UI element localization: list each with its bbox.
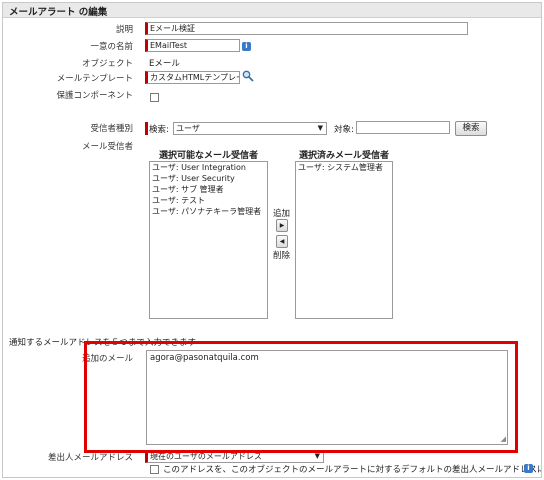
highlight-box	[84, 341, 518, 453]
arrow-right-icon: ▶	[279, 222, 285, 229]
info-icon[interactable]: i	[242, 42, 251, 51]
unique-name-field[interactable]: EMailTest	[145, 39, 240, 52]
search-button[interactable]: 検索	[455, 121, 487, 136]
remove-label: 削除	[273, 251, 291, 261]
list-item[interactable]: ユーザ: パソナテキーラ管理者	[150, 206, 267, 217]
list-item[interactable]: ユーザ: テスト	[150, 195, 267, 206]
default-sender-label: このアドレスを、このオブジェクトのメールアラートに対するデフォルトの差出人メール…	[163, 465, 542, 475]
lookup-icon[interactable]	[242, 70, 254, 82]
object-value: Eメール	[149, 59, 180, 69]
description-label: 説明	[115, 25, 133, 35]
add-button[interactable]: ▶	[276, 219, 288, 232]
email-recipients-label: メール受信者	[81, 142, 133, 152]
description-field[interactable]: Eメール検証	[145, 22, 468, 35]
page-title: メールアラート の編集	[9, 7, 108, 18]
recipient-type-label: 受信者種別	[90, 124, 133, 134]
available-list-title: 選択可能なメール受信者	[159, 151, 259, 161]
panel-header: メールアラート の編集	[3, 3, 541, 18]
object-label: オブジェクト	[81, 59, 133, 69]
list-item[interactable]: ユーザ: User Integration	[150, 162, 267, 173]
target-field[interactable]	[356, 121, 450, 134]
available-recipients-list[interactable]: ユーザ: User Integration ユーザ: User Security…	[149, 161, 268, 319]
target-label: 対象:	[334, 125, 354, 135]
search-label: 検索:	[149, 125, 169, 135]
info-icon[interactable]: i	[524, 464, 533, 473]
arrow-left-icon: ◀	[279, 238, 285, 245]
selected-list-title: 選択済みメール受信者	[299, 151, 390, 161]
required-marker	[145, 122, 148, 135]
chevron-down-icon: ▼	[317, 124, 323, 132]
sender-value: 現在のユーザのメールアドレス	[150, 452, 262, 461]
add-label: 追加	[273, 209, 291, 219]
list-item[interactable]: ユーザ: User Security	[150, 173, 267, 184]
default-sender-checkbox[interactable]	[150, 465, 159, 474]
recipient-type-select[interactable]: ユーザ ▼	[173, 122, 327, 135]
protected-label: 保護コンポーネント	[56, 91, 133, 101]
recipient-type-value: ユーザ	[176, 124, 200, 133]
remove-button[interactable]: ◀	[276, 235, 288, 248]
list-item[interactable]: ユーザ: システム管理者	[296, 162, 392, 173]
protected-checkbox[interactable]	[150, 93, 159, 102]
template-field[interactable]: カスタムHTMLテンプレート	[145, 71, 240, 84]
selected-recipients-list[interactable]: ユーザ: システム管理者	[295, 161, 393, 319]
template-label: メールテンプレート	[56, 74, 133, 84]
list-item[interactable]: ユーザ: サブ 管理者	[150, 184, 267, 195]
unique-name-label: 一意の名前	[90, 42, 133, 52]
